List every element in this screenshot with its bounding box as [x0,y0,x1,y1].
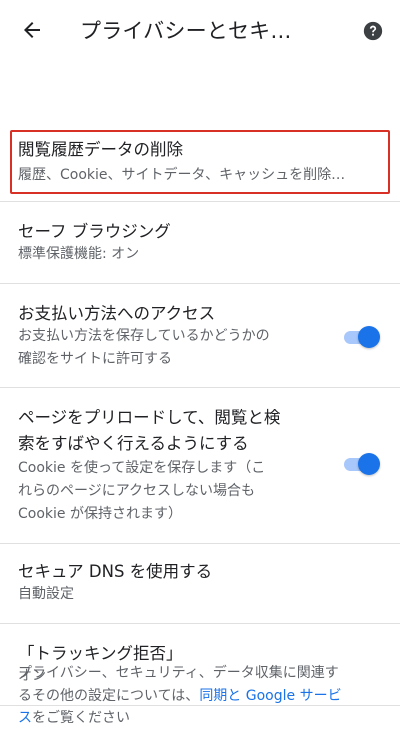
payment-methods-label: お支払い方法へのアクセス [18,304,216,323]
preload-pages-summary-line3: Cookie が保持されます） [18,506,182,522]
payment-methods-summary-line1: お支払い方法を保存しているかどうかの [18,328,270,344]
secure-dns-item[interactable]: セキュア DNS を使用する 自動設定 [0,544,400,624]
preload-pages-label-line2: 索をすばやく行えるようにする [18,434,249,453]
safe-browsing-item[interactable]: セーフ ブラウジング 標準保護機能: オン [0,202,400,284]
sync-google-services-link[interactable]: 同期と Google サービ [199,688,341,704]
safe-browsing-summary: 標準保護機能: オン [18,246,140,262]
toggle-knob [358,326,380,348]
preload-pages-summary-line2: れらのページにアクセスしない場合も [18,483,256,499]
clear-browsing-data-item[interactable]: 閲覧履歴データの削除 履歴、Cookie、サイトデータ、キャッシュを削除… [0,120,400,202]
preload-pages-label-line1: ページをプリロードして、閲覧と検 [18,408,281,427]
payment-methods-summary-line2: 確認をサイトに許可する [18,351,172,367]
footer-line1: プライバシー、セキュリティ、データ収集に関連す [18,665,339,681]
toolbar: プライバシーとセキ… [0,0,400,60]
footer-line2-prefix: るその他の設定については、 [18,687,200,704]
page-title: プライバシーとセキ… [80,19,292,43]
footer-line2: るその他の設定については、同期と Google サービ [18,685,383,708]
toggle-knob [358,453,380,475]
back-button[interactable] [12,12,52,48]
secure-dns-label: セキュア DNS を使用する [18,562,213,581]
sync-google-services-link-cont[interactable]: ス [18,710,32,726]
payment-methods-toggle[interactable] [342,324,380,350]
payment-methods-item[interactable]: お支払い方法へのアクセス お支払い方法を保存しているかどうかの 確認をサイトに許… [0,284,400,388]
privacy-security-screen: プライバシーとセキ… 閲覧履歴データの削除 履歴、Cookie、サイトデータ、キ… [0,0,400,746]
preload-pages-item[interactable]: ページをプリロードして、閲覧と検 索をすばやく行えるようにする Cookie を… [0,388,400,544]
arrow-left-icon [24,22,40,38]
preload-pages-toggle[interactable] [342,451,380,477]
clear-browsing-data-summary: 履歴、Cookie、サイトデータ、キャッシュを削除… [18,167,346,183]
safe-browsing-label: セーフ ブラウジング [18,222,171,241]
secure-dns-summary: 自動設定 [18,586,74,602]
clear-browsing-data-label: 閲覧履歴データの削除 [18,140,183,159]
footer-line3-suffix: をご覧ください [32,710,130,726]
help-circle-icon [363,21,383,41]
help-button[interactable] [356,14,390,48]
footer-text: プライバシー、セキュリティ、データ収集に関連す るその他の設定については、同期と… [18,662,383,730]
footer-line3: スをご覧ください [18,707,383,730]
preload-pages-summary-line1: Cookie を使って設定を保存します（こ [18,460,266,476]
